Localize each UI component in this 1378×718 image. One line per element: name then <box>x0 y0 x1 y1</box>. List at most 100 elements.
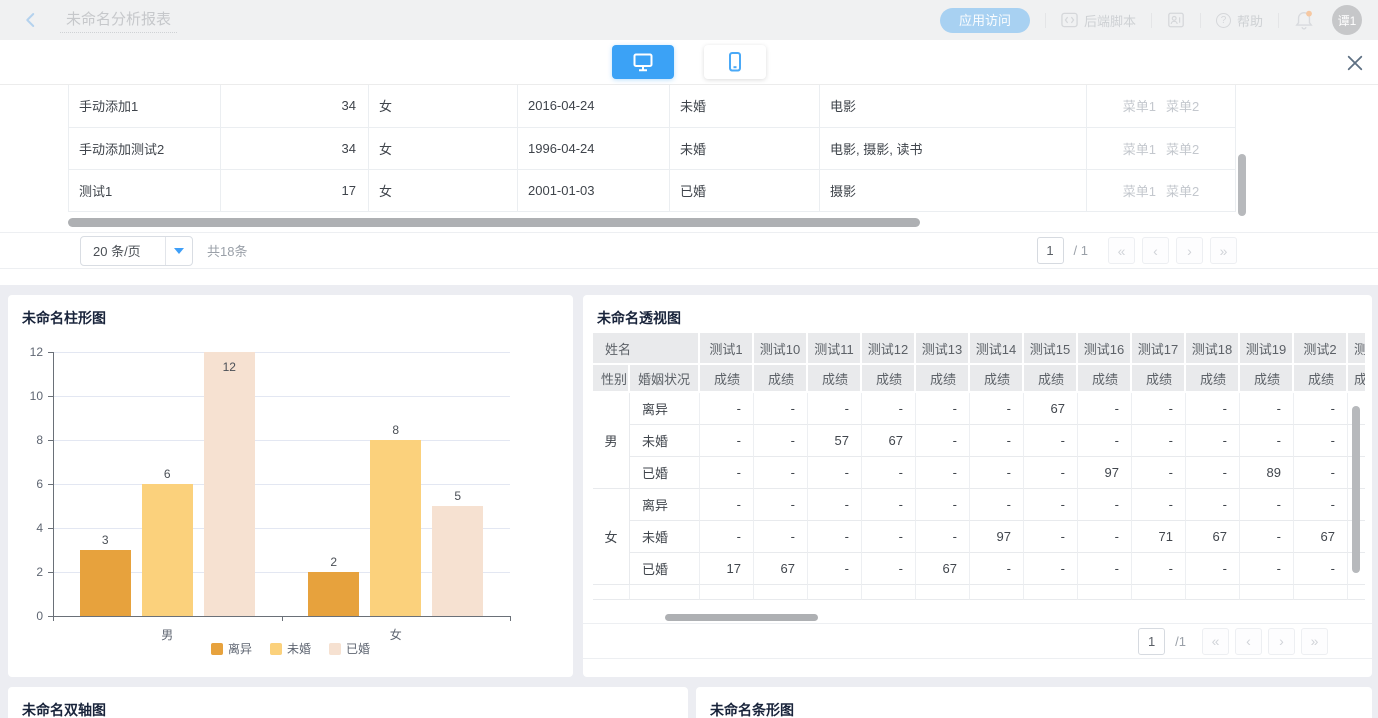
bar <box>308 572 359 616</box>
cell-hobbies: 摄影 <box>820 169 1087 211</box>
pivot-column-header: 测试14 <box>970 333 1024 365</box>
prev-page-button[interactable]: ‹ <box>1142 237 1169 264</box>
menu-action-link[interactable]: 菜单2 <box>1166 184 1199 199</box>
code-icon <box>1061 12 1078 28</box>
bar-value-label: 5 <box>422 489 493 503</box>
chart-legend: 离异 未婚 已婚 <box>8 640 573 657</box>
pivot-value-cell: 89 <box>1240 457 1294 489</box>
pivot-value-cell: - <box>862 393 916 425</box>
bar-chart-panel: 未命名柱形图 0246810123612男285女 离异未婚已婚 <box>8 295 573 677</box>
back-icon[interactable] <box>22 11 40 29</box>
first-page-button[interactable]: « <box>1108 237 1135 264</box>
y-axis-label: 2 <box>8 565 43 579</box>
pivot-row-dim-header: 婚姻状况 <box>630 365 700 393</box>
pivot-value-cell: - <box>1132 425 1186 457</box>
bar-value-label: 3 <box>70 533 141 547</box>
notification-badge <box>1306 11 1312 17</box>
avatar[interactable]: 谭1 <box>1332 5 1362 35</box>
report-title[interactable]: 未命名分析报表 <box>60 7 177 33</box>
app-access-button[interactable]: 应用访问 <box>940 8 1030 33</box>
pivot-row: 女离异------------ <box>593 489 1365 521</box>
pivot-column-header: 测试18 <box>1186 333 1240 365</box>
mobile-preview-toggle[interactable] <box>704 45 766 79</box>
pivot-measure-header: 成绩 <box>1024 365 1078 393</box>
header-divider <box>1045 13 1046 28</box>
y-axis-label: 0 <box>8 609 43 623</box>
first-page-button[interactable]: « <box>1202 628 1229 655</box>
pivot-measure-header: 成绩 <box>970 365 1024 393</box>
user-card-icon <box>1167 11 1185 29</box>
pivot-value-cell: - <box>1294 553 1348 585</box>
table-horizontal-scrollbar[interactable] <box>68 218 920 227</box>
table-row: 手动添加测试234女1996-04-24未婚电影, 摄影, 读书菜单1菜单2 <box>69 127 1236 169</box>
help-button[interactable]: ? 帮助 <box>1216 11 1263 30</box>
next-page-button[interactable]: › <box>1176 237 1203 264</box>
page-count-label: / 1 <box>1074 243 1088 258</box>
pivot-value-cell: 97 <box>970 521 1024 553</box>
pivot-title: 未命名透视图 <box>583 295 1372 328</box>
pivot-vertical-scrollbar[interactable] <box>1352 406 1360 573</box>
help-label: 帮助 <box>1237 11 1263 30</box>
pivot-row: 男离异------67----- <box>593 393 1365 425</box>
pivot-value-cell: - <box>754 425 808 457</box>
pivot-column-header: 测试12 <box>862 333 916 365</box>
user-card-button[interactable] <box>1167 11 1185 29</box>
pivot-marital-cell: 离异 <box>630 489 700 521</box>
pivot-value-cell: - <box>1024 425 1078 457</box>
pivot-value-cell: - <box>1078 553 1132 585</box>
help-icon: ? <box>1216 13 1231 28</box>
legend-swatch-icon <box>270 643 282 655</box>
bell-icon <box>1294 9 1314 31</box>
pivot-measure-header: 成绩 <box>916 365 970 393</box>
pivot-page-input[interactable]: 1 <box>1138 628 1165 655</box>
cell-marital: 未婚 <box>670 127 820 169</box>
cell-actions: 菜单1 菜单2 <box>1087 85 1236 127</box>
table-vertical-scrollbar[interactable] <box>1238 154 1246 216</box>
legend-item[interactable]: 已婚 <box>329 640 370 657</box>
menu-action-link[interactable]: 菜单1 <box>1123 142 1156 157</box>
pivot-panel: 未命名透视图 姓名测试1测试10测试11测试12测试13测试14测试15测试16… <box>583 295 1372 677</box>
legend-label: 离异 <box>228 640 252 657</box>
gridline <box>53 440 510 441</box>
cell-marital: 已婚 <box>670 169 820 211</box>
pivot-horizontal-scrollbar[interactable] <box>665 614 818 621</box>
pivot-value-cell: - <box>1294 393 1348 425</box>
page-size-select[interactable]: 20 条/页 <box>80 236 193 266</box>
pivot-column-header: 测试19 <box>1240 333 1294 365</box>
pivot-column-header: 测试11 <box>808 333 862 365</box>
close-icon[interactable] <box>1346 54 1364 72</box>
notification-button[interactable] <box>1294 9 1314 31</box>
x-axis-tick <box>282 616 283 621</box>
menu-action-link[interactable]: 菜单2 <box>1166 99 1199 114</box>
pivot-measure-header: 成绩 <box>1348 365 1365 393</box>
pivot-value-cell: - <box>754 521 808 553</box>
pivot-value-cell: 57 <box>808 425 862 457</box>
pivot-measure-header: 成绩 <box>1132 365 1186 393</box>
pivot-value-cell: 67 <box>862 425 916 457</box>
prev-page-button[interactable]: ‹ <box>1235 628 1262 655</box>
pivot-marital-cell: 未婚 <box>630 521 700 553</box>
menu-action-link[interactable]: 菜单2 <box>1166 142 1199 157</box>
pivot-value-cell: - <box>1078 425 1132 457</box>
menu-action-link[interactable]: 菜单1 <box>1123 99 1156 114</box>
bar-value-label: 6 <box>132 467 203 481</box>
legend-item[interactable]: 离异 <box>211 640 252 657</box>
pivot-value-cell: - <box>916 457 970 489</box>
bar-value-label: 2 <box>298 555 369 569</box>
desktop-preview-toggle[interactable] <box>612 45 674 79</box>
legend-item[interactable]: 未婚 <box>270 640 311 657</box>
pivot-value-cell: - <box>970 393 1024 425</box>
last-page-button[interactable]: » <box>1301 628 1328 655</box>
backend-script-button[interactable]: 后端脚本 <box>1061 11 1136 30</box>
last-page-button[interactable]: » <box>1210 237 1237 264</box>
pivot-row-partial <box>593 585 1365 600</box>
menu-action-link[interactable]: 菜单1 <box>1123 184 1156 199</box>
next-page-button[interactable]: › <box>1268 628 1295 655</box>
page-number-input[interactable]: 1 <box>1037 237 1064 264</box>
header-divider <box>1151 13 1152 28</box>
pivot-value-cell: - <box>754 393 808 425</box>
header-divider <box>1200 13 1201 28</box>
x-axis-tick <box>510 616 511 621</box>
pivot-value-cell: - <box>862 457 916 489</box>
pivot-value-cell: - <box>808 553 862 585</box>
